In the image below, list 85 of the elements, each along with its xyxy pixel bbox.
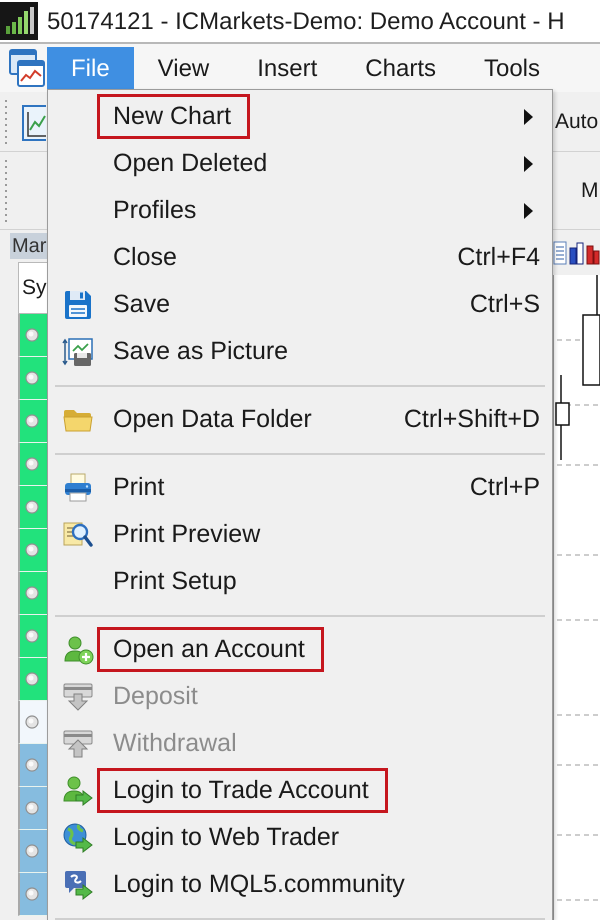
status-dot-icon	[25, 758, 39, 772]
menu-item-label: Deposit	[113, 682, 198, 711]
quote-row[interactable]	[18, 357, 47, 400]
menu-item-label: Profiles	[113, 196, 196, 225]
status-dot-icon	[25, 844, 39, 858]
quote-row[interactable]	[18, 615, 47, 658]
user-plus-icon	[62, 634, 94, 666]
menu-item[interactable]: New Chart	[48, 93, 552, 140]
quote-row[interactable]	[18, 830, 47, 873]
quote-row[interactable]	[18, 701, 47, 744]
quote-row[interactable]	[18, 314, 47, 357]
user-arrow-icon	[62, 774, 94, 806]
menu-item-label: Print	[113, 473, 164, 502]
menu-item-label: Print Preview	[113, 520, 260, 549]
menu-item[interactable]: Open Data Folder Ctrl+Shift+D	[48, 396, 552, 443]
status-dot-icon	[25, 457, 39, 471]
status-dot-icon	[25, 371, 39, 385]
menu-bar-item[interactable]: Charts	[341, 47, 460, 90]
logo-icon	[0, 2, 38, 40]
menu-item[interactable]: Close Ctrl+F4	[48, 234, 552, 281]
menu-item[interactable]: Login to MQL5.community	[48, 861, 552, 908]
status-dot-icon	[25, 801, 39, 815]
menu-item-label: Open Deleted	[113, 149, 268, 178]
status-dot-icon	[25, 715, 39, 729]
menu-bar-item[interactable]: View	[134, 47, 234, 90]
window-chart-icon[interactable]	[9, 48, 45, 88]
menu-item-label: Save	[113, 290, 170, 319]
quote-row[interactable]	[18, 658, 47, 701]
menu-item-label: Withdrawal	[113, 729, 237, 758]
menu-item[interactable]: Save Ctrl+S	[48, 281, 552, 328]
menu-item-label: Save as Picture	[113, 337, 288, 366]
shortcut-text: Ctrl+Shift+D	[404, 405, 540, 434]
menu-item-label: Login to MQL5.community	[113, 870, 405, 899]
quote-row[interactable]	[18, 744, 47, 787]
shortcut-text: Ctrl+P	[470, 473, 540, 502]
highlighted-label: Login to Trade Account	[97, 768, 388, 813]
menu-item-label: Login to Web Trader	[113, 823, 340, 852]
timeframe-button[interactable]: M	[581, 178, 598, 202]
status-dot-icon	[25, 414, 39, 428]
status-dot-icon	[25, 543, 39, 557]
card-up-arrow-icon	[62, 728, 94, 760]
status-dot-icon	[25, 500, 39, 514]
shortcut-text: Ctrl+S	[470, 290, 540, 319]
menu-item[interactable]: Print Setup	[48, 558, 552, 605]
document-list-icon[interactable]	[553, 240, 567, 266]
menu-item[interactable]: Open an Account	[48, 626, 552, 673]
bar-chart-icon[interactable]	[569, 240, 584, 266]
menu-bar-item[interactable]: Tools	[460, 47, 564, 90]
quote-row[interactable]	[18, 787, 47, 830]
toolbar-button[interactable]: Auto	[555, 110, 598, 134]
panel-tab[interactable]: Mar	[10, 233, 47, 259]
window-title: 50174121 - ICMarkets-Demo: Demo Account - H	[47, 8, 565, 36]
column-header: Sy	[18, 262, 47, 314]
menu-bar-item[interactable]: Insert	[233, 47, 342, 90]
speech-bubble-arrow-icon	[62, 868, 94, 900]
menu-item[interactable]: Login to Trade Account	[48, 767, 552, 814]
menu-item[interactable]: Profiles	[48, 187, 552, 234]
quote-row[interactable]	[18, 486, 47, 529]
status-dot-icon	[25, 629, 39, 643]
toolbar-grip-handle[interactable]	[4, 158, 8, 224]
menu-item[interactable]: Print Preview	[48, 511, 552, 558]
quote-row[interactable]	[18, 529, 47, 572]
menu-item[interactable]: Login to Web Trader	[48, 814, 552, 861]
status-dot-icon	[25, 887, 39, 901]
status-dot-icon	[25, 586, 39, 600]
quote-row[interactable]	[18, 572, 47, 615]
menu-item-label: Open Data Folder	[113, 405, 312, 434]
toolbar-grip-handle[interactable]	[4, 98, 8, 146]
quote-row[interactable]	[18, 443, 47, 486]
status-dot-icon	[25, 672, 39, 686]
menu-item[interactable]: Open Deleted	[48, 140, 552, 187]
card-down-arrow-icon	[62, 680, 94, 712]
framed-floppy-icon	[62, 336, 94, 368]
quote-row[interactable]	[18, 873, 47, 916]
shortcut-text: Ctrl+F4	[457, 243, 540, 272]
highlighted-label: New Chart	[97, 94, 250, 139]
menu-item-label: Close	[113, 243, 177, 272]
globe-arrow-icon	[62, 822, 94, 854]
menu-item-label: Print Setup	[113, 567, 237, 596]
status-dot-icon	[25, 328, 39, 342]
menu-item[interactable]: Save as Picture	[48, 328, 552, 375]
quote-row[interactable]	[18, 400, 47, 443]
menu-item[interactable]: Print Ctrl+P	[48, 464, 552, 511]
printer-icon	[62, 472, 94, 504]
highlighted-label: Open an Account	[97, 627, 324, 672]
